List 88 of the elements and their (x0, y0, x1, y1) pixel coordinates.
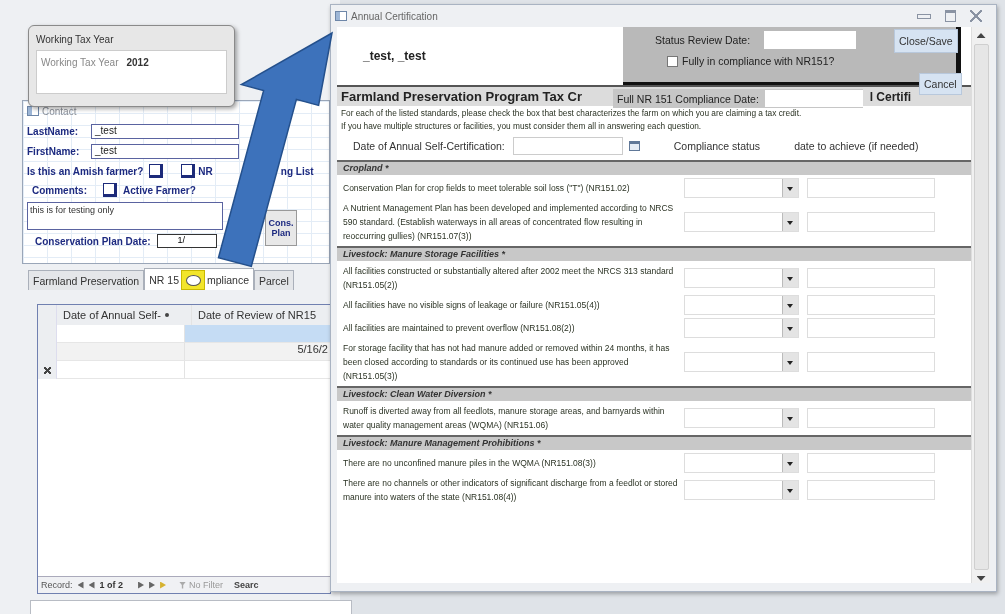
panel-title: Contact (42, 105, 77, 117)
minimize-icon[interactable] (917, 13, 931, 19)
standard-text: There are no channels or other indicators of significant discharge from a feedlot or stored manure into waters of the state (NR151.08(4)) (342, 477, 679, 504)
field-value: 2012 (126, 57, 149, 70)
column-header: date to achieve (if needed) (794, 140, 919, 152)
field-label: Date of Annual Self-Certification: (353, 140, 505, 152)
row-selector[interactable] (38, 305, 57, 325)
date-field[interactable] (807, 178, 935, 198)
date-field[interactable] (764, 90, 863, 107)
new-record-icon (43, 366, 51, 374)
date-field[interactable] (807, 352, 935, 372)
table-cell[interactable]: 5/16/2 (185, 343, 330, 361)
field-label: ng List (280, 165, 314, 177)
checkbox[interactable] (149, 164, 164, 178)
form-heading: l Certifi (869, 89, 911, 104)
field-label: Status Review Date: (655, 34, 751, 46)
date-field[interactable] (764, 31, 857, 49)
field-label: Comments: (32, 184, 87, 196)
date-field[interactable] (807, 480, 935, 500)
table-cell[interactable] (185, 325, 330, 343)
checkbox[interactable] (181, 164, 196, 178)
form-icon (27, 106, 39, 116)
section-header: Livestock: Manure Management Prohibitions * (337, 435, 971, 450)
comment-icon (181, 269, 205, 290)
close-save-button[interactable]: Close/Save (894, 29, 958, 53)
caret-icon[interactable] (164, 313, 169, 317)
farmer-name: _test, _test (363, 49, 426, 63)
field-label: Conservation Plan Date: (35, 235, 151, 247)
popup-title: Working Tax Year (36, 34, 115, 45)
form-heading: Farmland Preservation Program Tax Cr (341, 89, 583, 104)
instruction-text: If you have multiple structures or facilities, you must consider them all in answering each question. (341, 121, 703, 132)
scroll-thumb[interactable] (973, 44, 989, 570)
field-label: NR (198, 165, 213, 177)
next-record-icon[interactable] (138, 581, 145, 589)
standard-text: For storage facility that has not had manure added or removed within 24 months, it has been closed according to standards or its continued use has been approved (NR151.05(3)) (342, 342, 671, 383)
field-label: Working Tax Year (41, 57, 119, 70)
field-label: LastName: (27, 126, 80, 137)
standard-text: All facilities have no visible signs of leakage or failure (NR151.05(4)) (342, 299, 601, 312)
date-field[interactable] (807, 318, 935, 338)
standard-text: There are no unconfined manure piles in the WQMA (NR151.08(3)) (342, 457, 597, 470)
tab[interactable]: Parcel (254, 270, 294, 290)
scroll-down-icon[interactable] (976, 576, 986, 581)
close-icon[interactable] (970, 10, 982, 22)
section-header: Cropland * (337, 160, 971, 175)
standard-text: All facilities constructed or substantially altered after 2002 meet the NRCS 313 standard (NR151.05(2)) (342, 265, 675, 292)
field-label: Full NR 151 Compliance Date: (617, 92, 759, 105)
section-header: Livestock: Manure Storage Facilities * (337, 246, 971, 261)
instruction-text: For each of the listed standards, please check the box that best characterizes the farm on which you are claiming a tax credit. (341, 108, 803, 119)
table-cell[interactable] (57, 343, 185, 361)
standard-text: A Nutrient Management Plan has been developed and implemented according to NRCS 590 standard. (Establish waterways in all areas of concentrated flow resulting in reoccurring gullies) (NR151.07(3)) (342, 202, 675, 243)
calendar-icon[interactable] (628, 141, 640, 151)
last-record-icon[interactable] (149, 581, 156, 589)
standard-text: All facilities are maintained to prevent overflow (NR151.08(2)) (342, 322, 576, 335)
standard-text: Conservation Plan for crop fields to meet tolerable soil loss ("T") (NR151.02) (342, 182, 631, 195)
field-label: Active Farmer? (123, 184, 196, 196)
checkbox[interactable] (667, 55, 678, 67)
tab[interactable]: Farmland Preservation (28, 270, 145, 290)
previous-record-icon[interactable] (88, 581, 95, 589)
tab[interactable]: NR 15 mpliance (144, 268, 254, 290)
section-header: Livestock: Clean Water Diversion * (337, 386, 971, 401)
first-record-icon[interactable] (77, 581, 84, 589)
field-label: FirstName: (27, 146, 81, 157)
new-record-icon[interactable] (160, 581, 167, 589)
cancel-button[interactable]: Cancel (919, 73, 962, 95)
checkbox-label: Fully in compliance with NR151? (682, 55, 835, 67)
checkbox[interactable] (103, 183, 117, 197)
date-field[interactable]: 1/ (156, 234, 217, 248)
text-field[interactable]: _test (91, 124, 239, 139)
date-field[interactable] (807, 453, 935, 473)
restore-icon[interactable] (945, 10, 956, 22)
form-icon (335, 11, 347, 21)
record-position-field[interactable]: 1 of 2 (99, 580, 124, 590)
cons-plan-button[interactable]: Cons. Plan (265, 210, 297, 246)
date-field[interactable] (807, 295, 935, 315)
record-label: Record: (41, 580, 73, 590)
standard-text: Runoff is diverted away from all feedlots, manure storage areas, and barnyards within water quality management areas (WQMA) (NR151.06) (342, 405, 666, 432)
text-field[interactable]: _test (91, 144, 239, 159)
column-header: Compliance status (673, 140, 761, 152)
date-field[interactable] (807, 212, 935, 232)
window-title: Annual Certification (351, 10, 438, 22)
field-label: Is this an Amish farmer? (27, 165, 144, 177)
date-field[interactable] (807, 408, 935, 428)
date-field[interactable] (512, 137, 623, 155)
date-field[interactable] (807, 268, 935, 288)
table-cell[interactable] (57, 361, 185, 379)
comments-field[interactable]: this is for testing only (27, 202, 223, 230)
scroll-up-icon[interactable] (976, 33, 986, 38)
search-field[interactable]: Searc (234, 580, 259, 590)
